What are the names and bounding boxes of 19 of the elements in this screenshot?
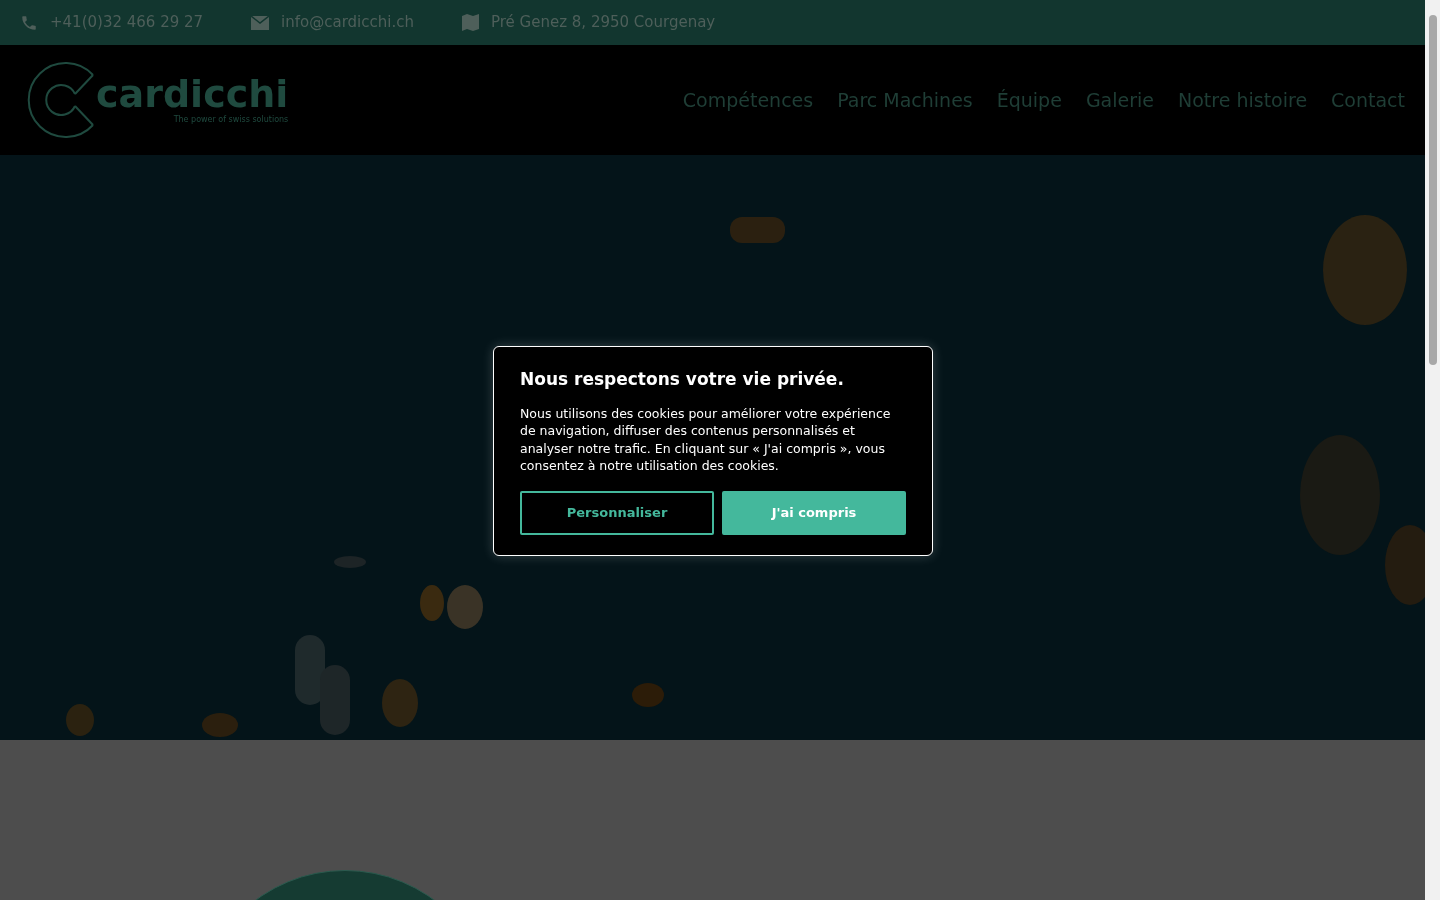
nav-link[interactable]: Contact <box>1331 85 1405 115</box>
map-icon <box>461 14 479 31</box>
nav-link[interactable]: Galerie <box>1085 85 1154 115</box>
nav-link[interactable]: Équipe <box>996 85 1062 115</box>
logo[interactable]: cardicchi The power of swiss solutions <box>20 61 289 139</box>
email-address[interactable]: info@cardicchi.ch <box>281 11 414 34</box>
phone-icon <box>20 13 38 32</box>
logo-tagline: The power of swiss solutions <box>173 114 289 126</box>
logo-wordmark: cardicchi <box>96 74 289 114</box>
envelope-icon <box>251 15 270 30</box>
dialog-text: Nous utilisons des cookies pour améliorer votre expérience de navigation, diffuser des contenus personnalisés et analyser notre trafic. En cliquant sur « J'ai compris », vous consentez à notre utilisation des cookies. <box>520 404 892 475</box>
dialog-title: Nous respectons votre vie privée. <box>520 368 845 391</box>
accept-button[interactable]: J'ai compris <box>722 490 906 535</box>
nav-link[interactable]: Notre histoire <box>1178 85 1308 115</box>
nav-link[interactable]: Parc Machines <box>837 85 973 115</box>
address: Pré Genez 8, 2950 Courgenay <box>490 12 716 34</box>
customize-button[interactable]: Personnaliser <box>520 490 714 535</box>
phone-number[interactable]: +41(0)32 466 29 27 <box>50 11 204 34</box>
nav-link[interactable]: Compétences <box>682 85 814 115</box>
